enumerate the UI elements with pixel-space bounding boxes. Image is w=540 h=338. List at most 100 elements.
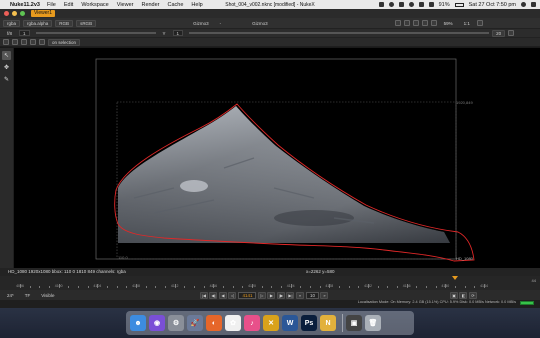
dock-icon-photos[interactable]: ✿ <box>225 315 241 331</box>
clock[interactable]: Sat 27 Oct 7:50 pm <box>469 2 516 8</box>
menu-file[interactable]: File <box>47 2 56 8</box>
volume-icon[interactable] <box>428 2 434 7</box>
prev-frame-button[interactable]: ◀ <box>218 291 227 299</box>
step-field[interactable]: 10 <box>305 291 319 299</box>
guides-icon[interactable] <box>430 20 437 26</box>
dock-icon-screenshot[interactable]: ▣ <box>346 315 362 331</box>
timeline-minor-tick <box>49 286 50 288</box>
close-window-button[interactable] <box>4 11 9 16</box>
notification-icon[interactable] <box>531 2 536 7</box>
gain-field[interactable]: 1 <box>19 30 30 36</box>
next-key-button[interactable]: |▶ <box>276 291 285 299</box>
wifi-icon[interactable] <box>418 2 424 7</box>
next-frame-button[interactable]: ▶ <box>267 291 276 299</box>
menu-workspace[interactable]: Workspace <box>81 2 108 8</box>
gamma-field[interactable]: 1 <box>172 30 184 36</box>
last-frame-button[interactable]: ▶| <box>286 291 295 299</box>
minimize-window-button[interactable] <box>12 11 17 16</box>
dock-icon-firefox[interactable]: ◐ <box>206 315 222 331</box>
play-backward-button[interactable]: ◁ <box>228 291 237 299</box>
loop-icon[interactable]: ⟳ <box>468 291 477 299</box>
prev-key-button[interactable]: ◀| <box>209 291 218 299</box>
alpha-dropdown[interactable]: rgba.alpha <box>23 19 53 27</box>
step-back-button[interactable]: « <box>295 291 304 299</box>
dock-icon-launchpad[interactable]: 🚀 <box>187 315 203 331</box>
zoom-window-button[interactable] <box>20 11 25 16</box>
fps-field[interactable]: 24* <box>3 292 18 299</box>
status-icon[interactable] <box>388 2 394 7</box>
dock-icon-finder[interactable]: ☻ <box>130 315 146 331</box>
tab-viewer1[interactable]: Viewer1 <box>31 10 55 17</box>
transform-tool-icon[interactable]: ✥ <box>2 63 11 72</box>
play-forward-button[interactable]: ▷ <box>257 291 266 299</box>
select-tool-icon[interactable]: ↖ <box>2 51 11 60</box>
bbox-bottom-left-label: 110,0 <box>118 255 128 260</box>
transform-icon[interactable] <box>3 39 9 45</box>
status-icon[interactable] <box>398 2 404 7</box>
selection-dropdown[interactable]: on selection <box>48 38 81 46</box>
settings-icon[interactable] <box>508 30 515 36</box>
fstop-dropdown[interactable]: f/8 <box>3 30 16 37</box>
menu-cache[interactable]: Cache <box>168 2 184 8</box>
dock-icon-nuke[interactable]: ✕ <box>263 315 279 331</box>
roi-icon[interactable] <box>403 20 410 26</box>
dock: ☻ ◉ ⚙ 🚀 ◐ ✿ ♪ ✕ W Ps N ▣ 🗑 <box>126 311 414 335</box>
viewer-canvas[interactable]: 1920,849 110,0 HD_1080 <box>14 48 540 268</box>
input-a-dropdown[interactable]: Gizmo3 <box>189 20 213 27</box>
gain-slider[interactable] <box>35 32 156 34</box>
timeline-minor-tick <box>184 286 185 288</box>
timeline-minor-tick <box>261 286 263 288</box>
search-icon[interactable] <box>521 2 526 7</box>
status-icon[interactable] <box>378 2 384 7</box>
memory-indicator <box>520 301 534 305</box>
timeline-minor-tick <box>387 286 388 288</box>
dock-icon-nukex[interactable]: N <box>320 315 336 331</box>
tf-dropdown[interactable]: TF <box>21 292 35 299</box>
display-dropdown[interactable]: RGB <box>55 19 74 27</box>
playhead-marker[interactable] <box>452 276 458 280</box>
battery-icon[interactable] <box>454 2 464 7</box>
menu-edit[interactable]: Edit <box>64 2 73 8</box>
current-frame-field[interactable]: 4141 <box>238 291 257 299</box>
status-icon[interactable] <box>408 2 414 7</box>
cache-icon[interactable]: ◧ <box>459 291 468 299</box>
overlay-icon[interactable] <box>421 20 428 26</box>
fps-dropdown[interactable]: 20 <box>492 29 506 37</box>
snap-icon[interactable] <box>12 39 18 45</box>
timeline-tick-label: 4144 <box>480 284 488 288</box>
handles-icon[interactable] <box>30 39 36 45</box>
dock-icon-trash[interactable]: 🗑 <box>365 315 381 331</box>
timeline-minor-tick <box>319 286 321 288</box>
dock-icon-preferences[interactable]: ⚙ <box>168 315 184 331</box>
performance-info: Localisation Mode: On Memory: 2.4 GB (15… <box>357 300 516 304</box>
selection-icon[interactable] <box>39 39 45 45</box>
pen-tool-icon[interactable]: ✎ <box>2 75 11 84</box>
app-menu[interactable]: Nuke11.2v3 <box>10 2 40 8</box>
range-dropdown[interactable]: Visible <box>37 292 58 299</box>
flipbook-icon[interactable]: ▣ <box>449 291 458 299</box>
input-b-dropdown[interactable]: Gizmo3 <box>248 20 272 27</box>
timeline-ruler[interactable]: 4096 4100 4104 4108 4112 4116 4120 4124 4128 4132… <box>16 276 488 288</box>
first-frame-button[interactable]: |◀ <box>199 291 208 299</box>
dock-icon-photoshop[interactable]: Ps <box>301 315 317 331</box>
menu-render[interactable]: Render <box>141 2 159 8</box>
timeline[interactable]: 4096 4100 4104 4108 4112 4116 4120 4124 4128 4132… <box>0 276 540 290</box>
timeline-minor-tick <box>39 286 40 288</box>
menu-viewer[interactable]: Viewer <box>117 2 134 8</box>
lock-icon[interactable] <box>476 20 483 26</box>
step-forward-button[interactable]: » <box>320 291 329 299</box>
ratio-dropdown[interactable]: 1:1 <box>460 20 474 27</box>
battery-percent[interactable]: 91% <box>439 2 450 8</box>
dock-icon-itunes[interactable]: ♪ <box>244 315 260 331</box>
grid-icon[interactable] <box>394 20 401 26</box>
gamma-slider[interactable] <box>189 32 490 34</box>
menu-help[interactable]: Help <box>191 2 202 8</box>
zoom-dropdown[interactable]: 59% <box>440 20 457 27</box>
mask-icon[interactable] <box>412 20 419 26</box>
channels-dropdown[interactable]: rgba <box>3 19 21 27</box>
dock-icon-word[interactable]: W <box>282 315 298 331</box>
ripple-icon[interactable] <box>21 39 27 45</box>
dock-icon-siri[interactable]: ◉ <box>149 315 165 331</box>
colorspace-dropdown[interactable]: sRGB <box>76 19 97 27</box>
timeline-minor-tick <box>426 286 427 288</box>
